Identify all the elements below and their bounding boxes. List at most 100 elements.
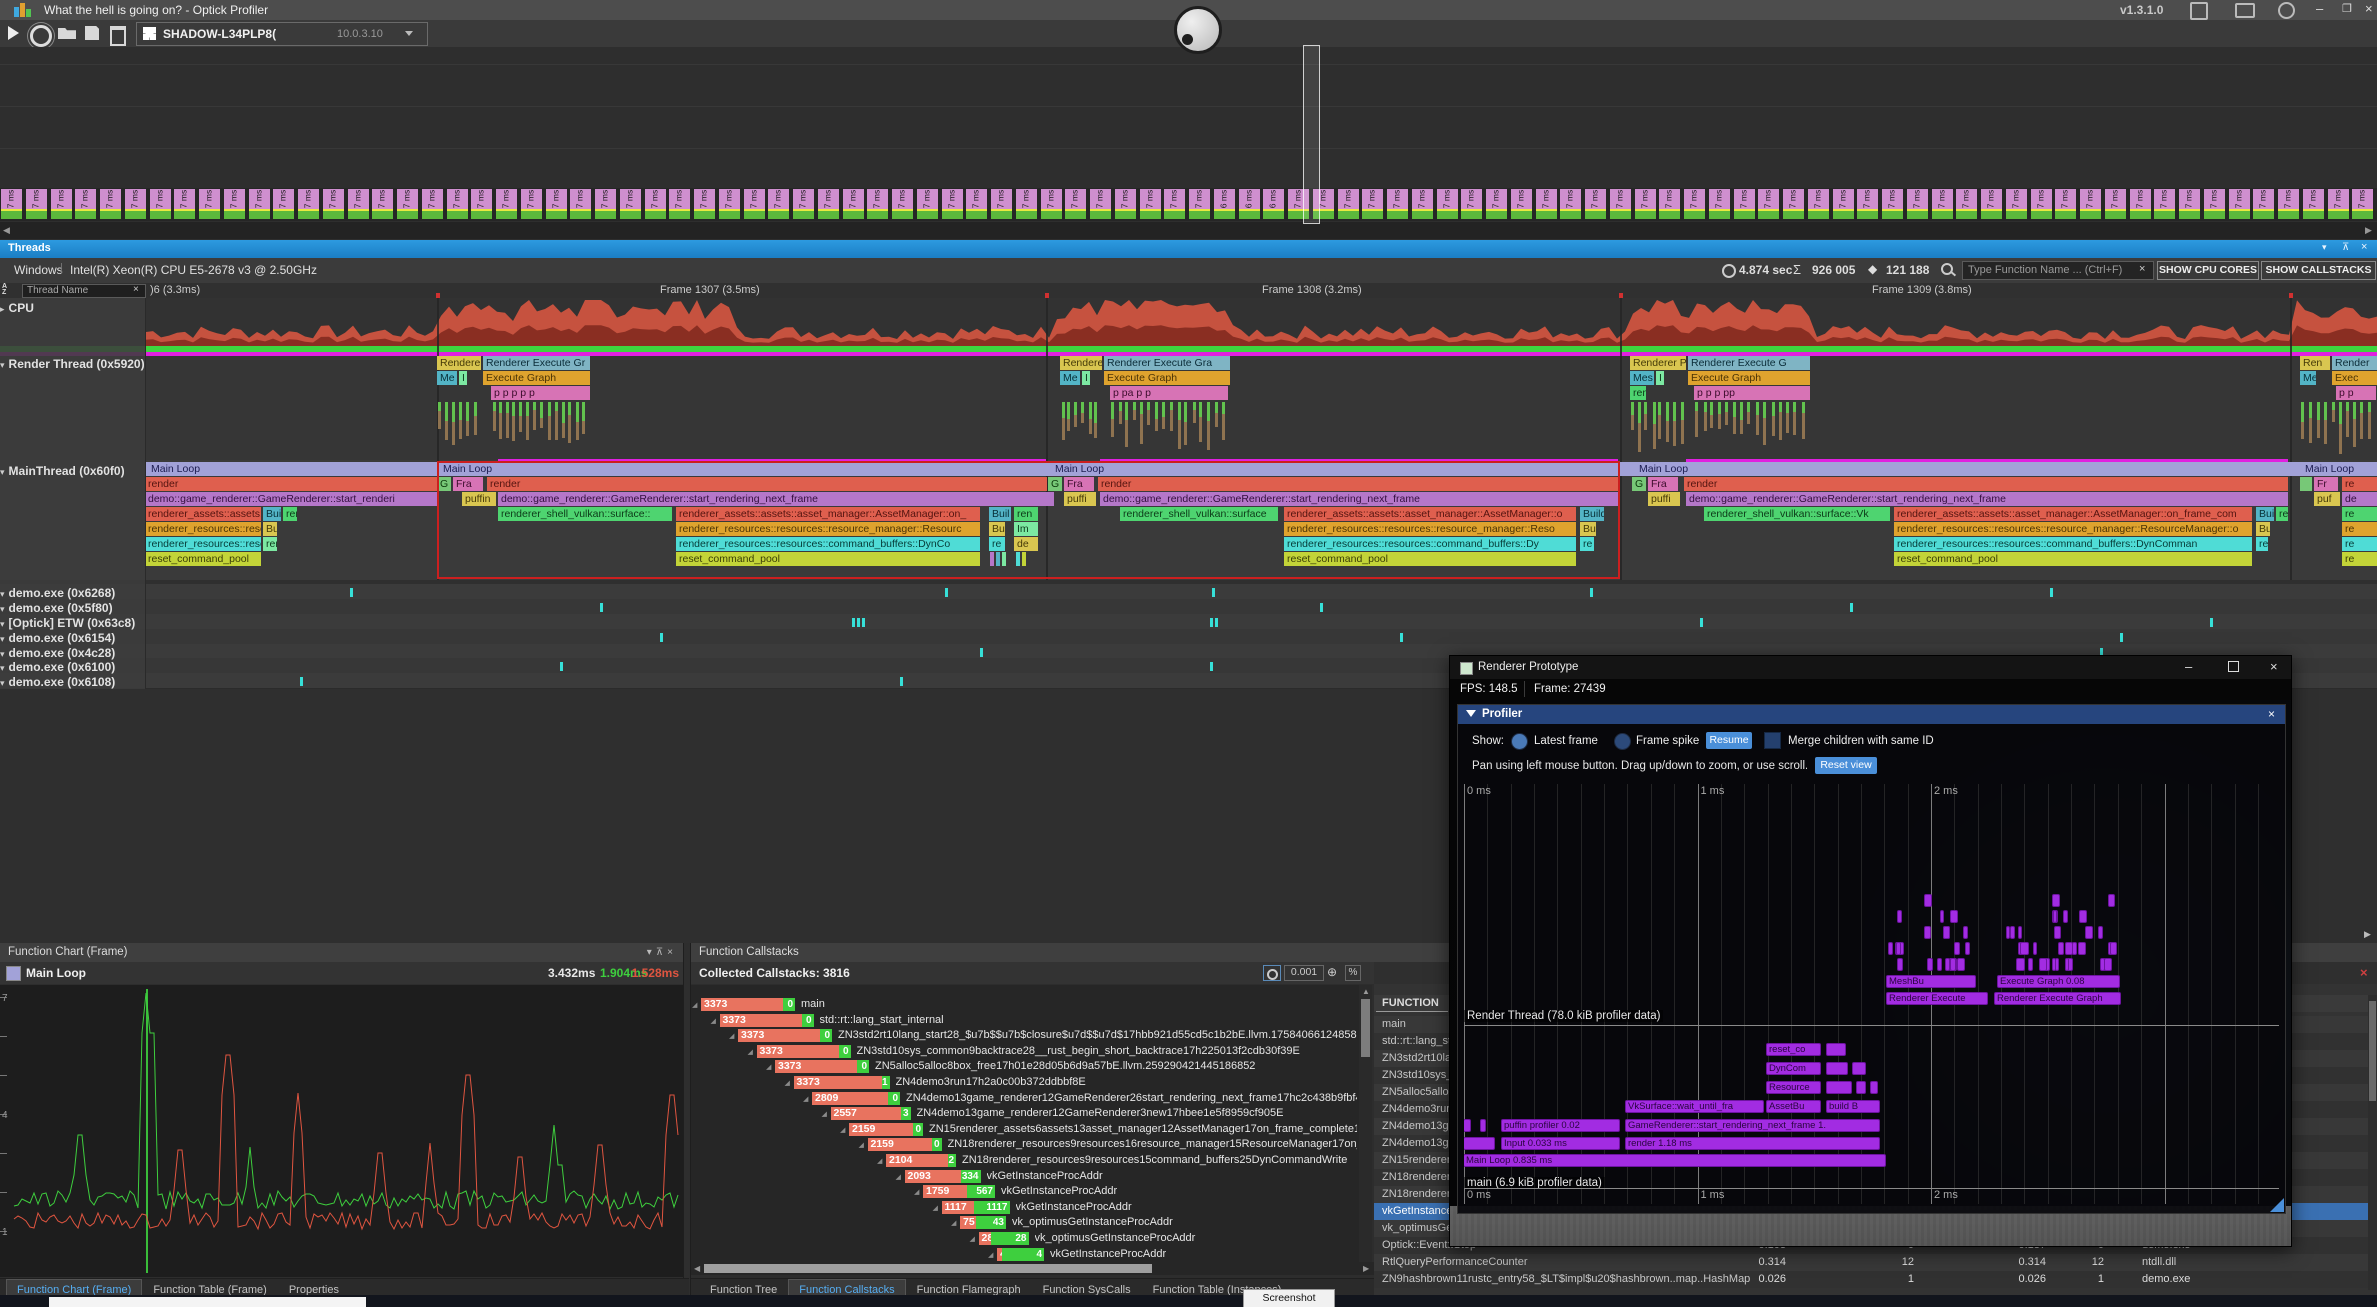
collapse-icon[interactable]: ▾ bbox=[0, 619, 5, 629]
flame-mini-bar[interactable] bbox=[2104, 958, 2112, 971]
frame-cell[interactable]: 7 ms bbox=[1511, 189, 1532, 220]
flame-bar-main[interactable]: puffin profiler 0.02 bbox=[1501, 1119, 1620, 1132]
frame-cell[interactable]: 7 ms bbox=[1115, 189, 1136, 220]
frame-cell[interactable]: 7 ms bbox=[2154, 189, 2175, 220]
timeline-bar[interactable]: p p p pp bbox=[1694, 386, 1810, 400]
profiler-close-icon[interactable]: × bbox=[2268, 707, 2275, 721]
frame-cell[interactable]: 7 ms bbox=[1090, 189, 1111, 220]
callstack-row[interactable]: ◢33730ZN3std2rt10lang_start28_$u7b$$u7b$… bbox=[691, 1028, 1359, 1043]
callstack-row[interactable]: ◢21042ZN18renderer_resources9resources15… bbox=[691, 1153, 1359, 1168]
flame-mini-bar[interactable] bbox=[2052, 894, 2060, 907]
frame-cell[interactable]: 7 ms bbox=[2080, 189, 2101, 220]
flame-mini-bar[interactable] bbox=[1954, 942, 1959, 955]
overlay-minimize-icon[interactable]: – bbox=[2185, 659, 2192, 674]
timeline-bar[interactable]: re bbox=[2342, 537, 2377, 551]
flame-mini-bar[interactable] bbox=[2058, 942, 2065, 955]
latest-frame-label[interactable]: Latest frame bbox=[1534, 735, 1598, 747]
timeline-bar[interactable]: reset_command_pool bbox=[145, 552, 261, 566]
flame-bar-main[interactable] bbox=[1826, 1062, 1848, 1075]
tree-expand-icon[interactable]: ◢ bbox=[840, 1126, 848, 1134]
timeline-bar[interactable]: Me bbox=[1060, 371, 1080, 385]
maximize-button[interactable]: ❐ bbox=[2342, 2, 2352, 15]
frame-cell[interactable]: 7 ms bbox=[1734, 189, 1755, 220]
frame-cell[interactable]: 7 ms bbox=[1808, 189, 1829, 220]
flame-mini-bar[interactable] bbox=[2063, 910, 2068, 923]
frame-cell[interactable]: 7 ms bbox=[1016, 189, 1037, 220]
frame-time-chart[interactable]: 741 bbox=[0, 985, 683, 1277]
minimize-button[interactable]: – bbox=[2316, 1, 2323, 16]
frame-cell[interactable]: 7 ms bbox=[570, 189, 591, 220]
tree-expand-icon[interactable]: ◢ bbox=[822, 1110, 830, 1118]
panel-collapse-icon[interactable]: ▾ bbox=[2322, 242, 2327, 253]
timeline-bar[interactable]: Ren bbox=[2300, 356, 2330, 370]
frame-cell[interactable]: 7 ms bbox=[694, 189, 715, 220]
frame-cell[interactable]: 7 ms bbox=[966, 189, 987, 220]
feedback-icon[interactable] bbox=[2235, 3, 2255, 18]
function-table-row[interactable]: RtlQueryPerformanceCounter0.314120.31412… bbox=[1374, 1254, 2377, 1271]
thread-row-label[interactable]: ▾demo.exe (0x6100) bbox=[0, 660, 145, 674]
tree-expand-icon[interactable]: ◢ bbox=[988, 1251, 996, 1259]
timeline-bar[interactable]: Bu bbox=[2256, 522, 2270, 536]
frame-cell[interactable]: 7 ms bbox=[273, 189, 294, 220]
settings-gear-icon[interactable] bbox=[30, 25, 52, 47]
frame-cell[interactable]: 7 ms bbox=[2278, 189, 2299, 220]
frame-cell[interactable]: 7 ms bbox=[744, 189, 765, 220]
collapse-icon[interactable]: ▾ bbox=[0, 678, 5, 688]
timeline-bar[interactable]: Mes bbox=[1630, 371, 1654, 385]
flame-bar-main[interactable]: DynCom bbox=[1766, 1062, 1821, 1075]
timeline-bar[interactable]: re bbox=[2342, 522, 2377, 536]
collapse-icon[interactable]: ▾ bbox=[0, 649, 5, 659]
callstack-row[interactable]: ◢11171117vkGetInstanceProcAddr bbox=[691, 1200, 1359, 1215]
frame-cell[interactable]: 7 ms bbox=[1412, 189, 1433, 220]
frame-cell[interactable]: 7 ms bbox=[298, 189, 319, 220]
flame-mini-bar[interactable] bbox=[2054, 926, 2061, 939]
flame-mini-bar[interactable] bbox=[1940, 910, 1944, 923]
frame-cell[interactable]: 7 ms bbox=[372, 189, 393, 220]
tree-expand-icon[interactable]: ◢ bbox=[859, 1141, 867, 1149]
docs-icon[interactable] bbox=[2190, 2, 2208, 20]
timeline-bar[interactable]: puffi bbox=[1648, 492, 1680, 506]
worker-thread-lane[interactable] bbox=[0, 584, 2377, 600]
timeline-bar[interactable]: Execute Graph bbox=[483, 371, 590, 385]
close-button[interactable]: × bbox=[2365, 1, 2373, 16]
timeline-bar[interactable]: de bbox=[2342, 492, 2377, 506]
frame-cell[interactable]: 7 ms bbox=[546, 189, 567, 220]
frame-cell[interactable]: 7 ms bbox=[471, 189, 492, 220]
worker-thread-lane[interactable] bbox=[0, 629, 2377, 645]
bug-report-icon[interactable] bbox=[2278, 2, 2295, 19]
frame-cell[interactable]: 7 ms bbox=[1041, 189, 1062, 220]
show-callstacks-button[interactable]: SHOW CALLSTACKS ▾ bbox=[2261, 261, 2376, 280]
filter-clear-icon[interactable]: × bbox=[133, 284, 139, 295]
panel-close-icon[interactable]: × bbox=[2361, 241, 2367, 253]
capture-overview-area[interactable] bbox=[0, 47, 2377, 188]
timeline-bar[interactable]: renderer_resources::resources::command_b… bbox=[1894, 537, 2252, 551]
scroll-left-icon[interactable]: ◀ bbox=[3, 225, 10, 236]
tree-expand-icon[interactable]: ◢ bbox=[970, 1235, 978, 1243]
frame-cell[interactable]: 7 ms bbox=[2204, 189, 2225, 220]
open-capture-icon[interactable] bbox=[58, 28, 76, 39]
frame-cell[interactable]: 7 ms bbox=[26, 189, 47, 220]
timeline-bar[interactable]: Bu bbox=[263, 522, 277, 536]
timeline-bar[interactable]: Execute Graph bbox=[1104, 371, 1230, 385]
frame-cell[interactable]: 6 ms bbox=[1263, 189, 1284, 220]
timeline-bar[interactable]: demo::game_renderer::GameRenderer::start… bbox=[145, 492, 437, 506]
sort-az-icon[interactable]: AZ bbox=[2, 284, 18, 296]
flame-mini-bar[interactable] bbox=[1927, 958, 1932, 971]
frame-cell[interactable]: 7 ms bbox=[1, 189, 22, 220]
flame-bar-render[interactable]: Execute Graph 0.08 bbox=[1997, 975, 2120, 988]
renderer-prototype-window[interactable]: Renderer Prototype – × FPS: 148.5 Frame:… bbox=[1449, 655, 2292, 1247]
frame-cell[interactable]: 7 ms bbox=[1189, 189, 1210, 220]
flame-bar-main[interactable]: render 1.18 ms bbox=[1625, 1137, 1880, 1150]
frame-cell[interactable]: 7 ms bbox=[793, 189, 814, 220]
frame-strip-scrollbar[interactable]: ◀ ▶ bbox=[0, 222, 2377, 239]
frame-cell[interactable]: 7 ms bbox=[1635, 189, 1656, 220]
tree-expand-icon[interactable]: ◢ bbox=[877, 1157, 885, 1165]
timeline-bar[interactable]: Rendere bbox=[437, 356, 481, 370]
flame-mini-bar[interactable] bbox=[1924, 894, 1932, 907]
flame-mini-bar[interactable] bbox=[2052, 958, 2056, 971]
frame-cell[interactable]: 7 ms bbox=[1783, 189, 1804, 220]
latest-frame-radio[interactable] bbox=[1511, 733, 1528, 750]
worker-thread-lane[interactable] bbox=[0, 614, 2377, 630]
frame-cell[interactable]: 7 ms bbox=[249, 189, 270, 220]
flame-mini-bar[interactable] bbox=[2053, 910, 2058, 923]
